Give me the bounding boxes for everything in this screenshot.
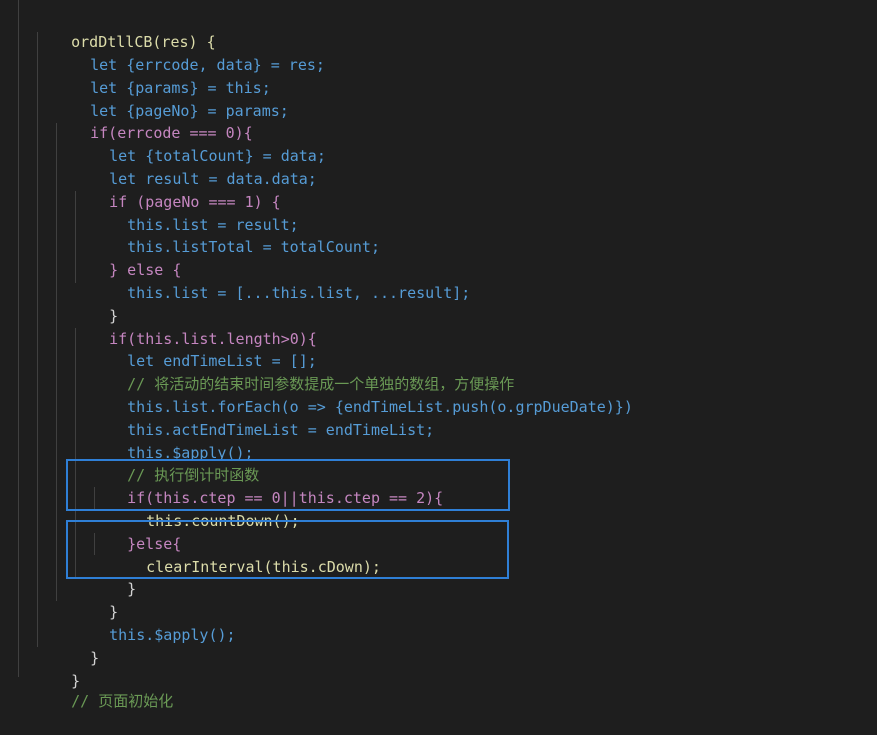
- code-line[interactable]: this.list = [...this.list, ...result];: [91, 259, 470, 302]
- highlight-box-else-branch: [66, 520, 509, 579]
- highlight-box-if-branch: [66, 459, 510, 511]
- code-line[interactable]: } else {: [73, 236, 181, 279]
- code-line[interactable]: if(this.list.length>0){: [73, 305, 317, 348]
- code-text: }: [127, 579, 137, 598]
- code-editor[interactable]: ordDtllCB(res) { let {errcode, data} = r…: [0, 0, 877, 710]
- code-comment: // 页面初始化: [71, 691, 174, 710]
- code-line[interactable]: }: [54, 624, 99, 667]
- code-line[interactable]: this.listTotal = totalCount;: [91, 213, 380, 256]
- code-line[interactable]: this.list.forEach(o => {endTimeList.push…: [91, 373, 633, 416]
- code-line[interactable]: if(errcode === 0){: [54, 99, 253, 142]
- code-line[interactable]: }: [73, 578, 118, 621]
- code-line[interactable]: let {totalCount} = data;: [73, 122, 326, 165]
- code-line[interactable]: let {errcode, data} = res;: [54, 31, 325, 74]
- code-line[interactable]: if (pageNo === 1) {: [73, 168, 281, 211]
- code-text: this.$apply();: [109, 625, 236, 644]
- code-text: this.list = [...this.list, ...result];: [127, 283, 471, 302]
- code-line[interactable]: let {params} = this;: [54, 54, 271, 97]
- code-line[interactable]: this.$apply();: [73, 601, 235, 644]
- code-line[interactable]: let {pageNo} = params;: [54, 77, 289, 120]
- indent-guide: [56, 123, 57, 601]
- indent-guide: [18, 0, 19, 677]
- code-line[interactable]: this.$apply();: [91, 419, 253, 462]
- code-text: }: [90, 648, 100, 667]
- code-line[interactable]: ordDtllCB(res) {: [35, 8, 216, 51]
- code-line[interactable]: let endTimeList = [];: [91, 327, 317, 370]
- code-line[interactable]: }: [73, 282, 118, 325]
- code-line[interactable]: this.actEndTimeList = endTimeList;: [91, 396, 434, 439]
- code-line[interactable]: // 页面初始化: [35, 667, 173, 710]
- code-line[interactable]: // 将活动的结束时间参数提成一个单独的数组，方便操作: [91, 350, 514, 393]
- indent-guide: [37, 32, 38, 647]
- code-line[interactable]: this.list = result;: [91, 191, 299, 234]
- code-line[interactable]: let result = data.data;: [73, 145, 317, 188]
